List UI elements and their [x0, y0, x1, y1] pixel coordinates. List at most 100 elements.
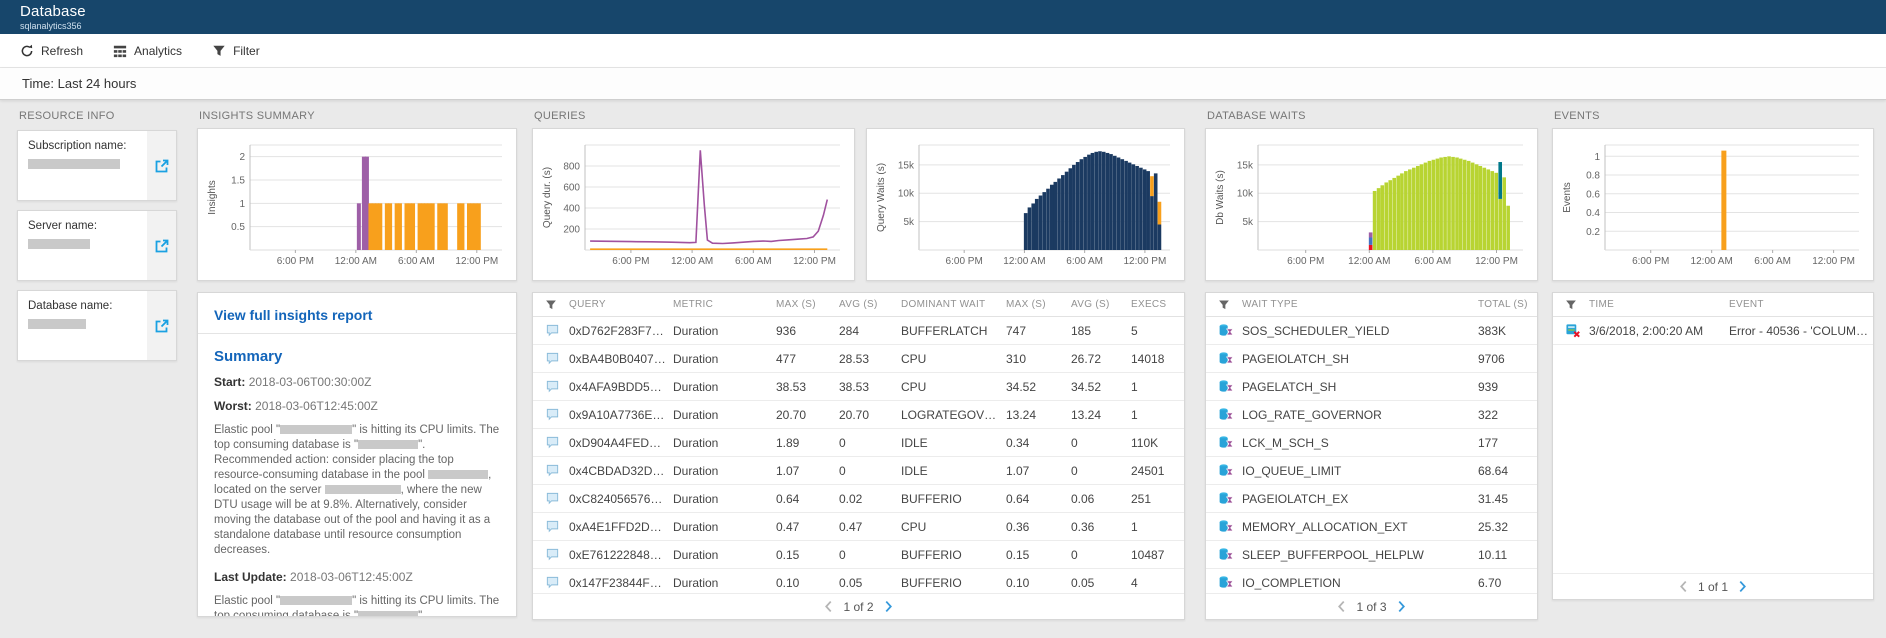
cell: 322 [1478, 407, 1499, 422]
cell: 0 [1071, 463, 1078, 478]
insight-paragraph: Elastic pool " " is hitting its CPU limit… [214, 424, 500, 556]
time-range-bar[interactable]: Time: Last 24 hours [0, 68, 1886, 100]
pagination-prev-button[interactable] [1337, 600, 1346, 613]
svg-text:12:00 PM: 12:00 PM [1812, 256, 1855, 267]
cell: 0.47 [776, 519, 800, 534]
filter-button[interactable]: Filter [212, 44, 260, 58]
query-icon [546, 352, 559, 365]
queries-table-card: QUERY METRIC MAX (S) AVG (S) DOMINANT WAIT MA… [532, 292, 1185, 620]
pagination-next-button[interactable] [1738, 580, 1747, 593]
cell: 4 [1131, 575, 1138, 590]
table-row[interactable]: 0x4CBDAD32DB5... Duration 1.07 0 IDLE 1.07 0 24… [533, 457, 1184, 485]
cell: Duration [673, 547, 719, 562]
column-header[interactable]: MAX (S) [776, 299, 839, 310]
refresh-button[interactable]: Refresh [20, 44, 83, 58]
query-icon [546, 380, 559, 393]
redacted-value [28, 159, 120, 169]
column-header[interactable]: EXECS [1131, 299, 1186, 310]
analytics-button[interactable]: Analytics [113, 44, 182, 58]
wait-type-icon [1219, 520, 1234, 532]
pagination-next-button[interactable] [1397, 600, 1406, 613]
redacted-value [28, 239, 90, 249]
redacted-text [358, 440, 419, 449]
table-row[interactable]: LCK_M_SCH_S 177 [1206, 429, 1537, 457]
view-full-insights-link[interactable]: View full insights report [214, 307, 500, 323]
svg-text:0.8: 0.8 [1586, 171, 1600, 182]
cell: 0xA4E1FFD2D77C... [569, 519, 673, 534]
table-row[interactable]: LOG_RATE_GOVERNOR 322 [1206, 401, 1537, 429]
pagination-prev-button[interactable] [824, 600, 833, 613]
open-resource-button[interactable] [147, 131, 176, 200]
panel-database-waits: DATABASE WAITS 5k 10k 15k 6:00 PM 12:00 AM 6:… [1205, 100, 1538, 638]
cell: IDLE [901, 463, 928, 478]
cell: Duration [673, 463, 719, 478]
column-header[interactable]: MAX (S) [1006, 299, 1071, 310]
column-header[interactable]: QUERY [569, 299, 673, 310]
cell: 0xD904A4FED700... [569, 435, 673, 450]
open-resource-button[interactable] [147, 291, 176, 360]
cell: 13.24 [1006, 407, 1037, 422]
column-header[interactable]: TIME [1589, 299, 1729, 310]
table-header: QUERY METRIC MAX (S) AVG (S) DOMINANT WAIT MA… [533, 293, 1184, 317]
query-icon [546, 520, 559, 533]
filter-icon[interactable] [1565, 299, 1577, 311]
column-header[interactable]: DOMINANT WAIT [901, 299, 1006, 310]
svg-text:6:00 AM: 6:00 AM [398, 256, 435, 267]
filter-label: Filter [233, 43, 260, 58]
cell: IO_QUEUE_LIMIT [1242, 463, 1342, 478]
wait-type-icon [1219, 408, 1234, 420]
cell: 0x147F23844F44E8 [569, 575, 673, 590]
cell: 310 [1006, 351, 1027, 366]
filter-icon[interactable] [545, 299, 557, 311]
column-header[interactable]: WAIT TYPE [1242, 299, 1478, 310]
open-resource-button[interactable] [147, 211, 176, 280]
table-row[interactable]: IO_QUEUE_LIMIT 68.64 [1206, 457, 1537, 485]
table-row[interactable]: 0x9A10A7736EED... Duration 20.70 20.70 LOGRA… [533, 401, 1184, 429]
start-value: 2018-03-06T00:30:00Z [248, 375, 372, 389]
filter-icon [212, 44, 226, 58]
table-row[interactable]: PAGEIOLATCH_SH 9706 [1206, 345, 1537, 373]
cell: LOG_RATE_GOVERNOR [1242, 407, 1382, 422]
svg-text:0.6: 0.6 [1586, 189, 1600, 200]
pagination-prev-button[interactable] [1679, 580, 1688, 593]
cell: 747 [1006, 323, 1027, 338]
pagination-next-button[interactable] [884, 600, 893, 613]
table-row[interactable]: SLEEP_BUFFERPOOL_HELPLW 10.11 [1206, 541, 1537, 569]
db-waits-table: WAIT TYPE TOTAL (S) SOS_SCHEDULER_YIELD 383… [1206, 293, 1537, 597]
table-row[interactable]: SOS_SCHEDULER_YIELD 383K [1206, 317, 1537, 345]
svg-text:1.5: 1.5 [231, 176, 245, 187]
table-row[interactable]: 0x4AFA9BDD526... Duration 38.53 38.53 CPU 34.… [533, 373, 1184, 401]
analytics-icon [113, 44, 127, 58]
external-link-icon [155, 319, 168, 332]
resource-label: Database name: [28, 300, 113, 312]
table-header: WAIT TYPE TOTAL (S) [1206, 293, 1537, 317]
resource-card: Database name: [17, 290, 177, 361]
table-row[interactable]: MEMORY_ALLOCATION_EXT 25.32 [1206, 513, 1537, 541]
column-header[interactable]: METRIC [673, 299, 776, 310]
events-chart-card: 0.2 0.4 0.6 0.8 1 6:00 PM 12:00 AM 6:00 AM 12:00… [1552, 128, 1874, 281]
table-row[interactable]: PAGEIOLATCH_EX 31.45 [1206, 485, 1537, 513]
wait-type-icon [1219, 324, 1234, 336]
table-row[interactable]: 0xA4E1FFD2D77C... Duration 0.47 0.47 CPU 0.36… [533, 513, 1184, 541]
table-row[interactable]: 0xBA4B0B040746... Duration 477 28.53 CPU 310 2… [533, 345, 1184, 373]
wait-type-icon [1219, 576, 1234, 588]
table-row[interactable]: PAGELATCH_SH 939 [1206, 373, 1537, 401]
column-header[interactable]: EVENT [1729, 299, 1875, 310]
svg-text:6:00 AM: 6:00 AM [735, 256, 772, 267]
column-header[interactable]: AVG (S) [1071, 299, 1131, 310]
cell: 3/6/2018, 2:00:20 AM [1589, 323, 1704, 338]
query-icon [546, 548, 559, 561]
column-header[interactable]: AVG (S) [839, 299, 901, 310]
table-row[interactable]: 0xD762F283F7FBF5 Duration 936 284 BUFFERLATC… [533, 317, 1184, 345]
start-field: Start: 2018-03-06T00:30:00Z [214, 375, 500, 389]
table-row[interactable]: 0xD904A4FED700... Duration 1.89 0 IDLE 0.34 0 1… [533, 429, 1184, 457]
svg-text:6:00 AM: 6:00 AM [1066, 256, 1103, 267]
table-row[interactable]: 3/6/2018, 2:00:20 AM Error - 40536 - 'COL… [1553, 317, 1875, 345]
column-header[interactable]: TOTAL (S) [1478, 299, 1539, 310]
filter-icon[interactable] [1218, 299, 1230, 311]
db-waits-pagination: 1 of 3 [1206, 593, 1537, 619]
worst-label: Worst: [214, 399, 252, 413]
table-row[interactable]: 0xC824056576DF... Duration 0.64 0.02 BUFFERI… [533, 485, 1184, 513]
table-row[interactable]: 0xE761222848FB8D Duration 0.15 0 BUFFERIO 0.1… [533, 541, 1184, 569]
cell: 1.07 [776, 463, 800, 478]
